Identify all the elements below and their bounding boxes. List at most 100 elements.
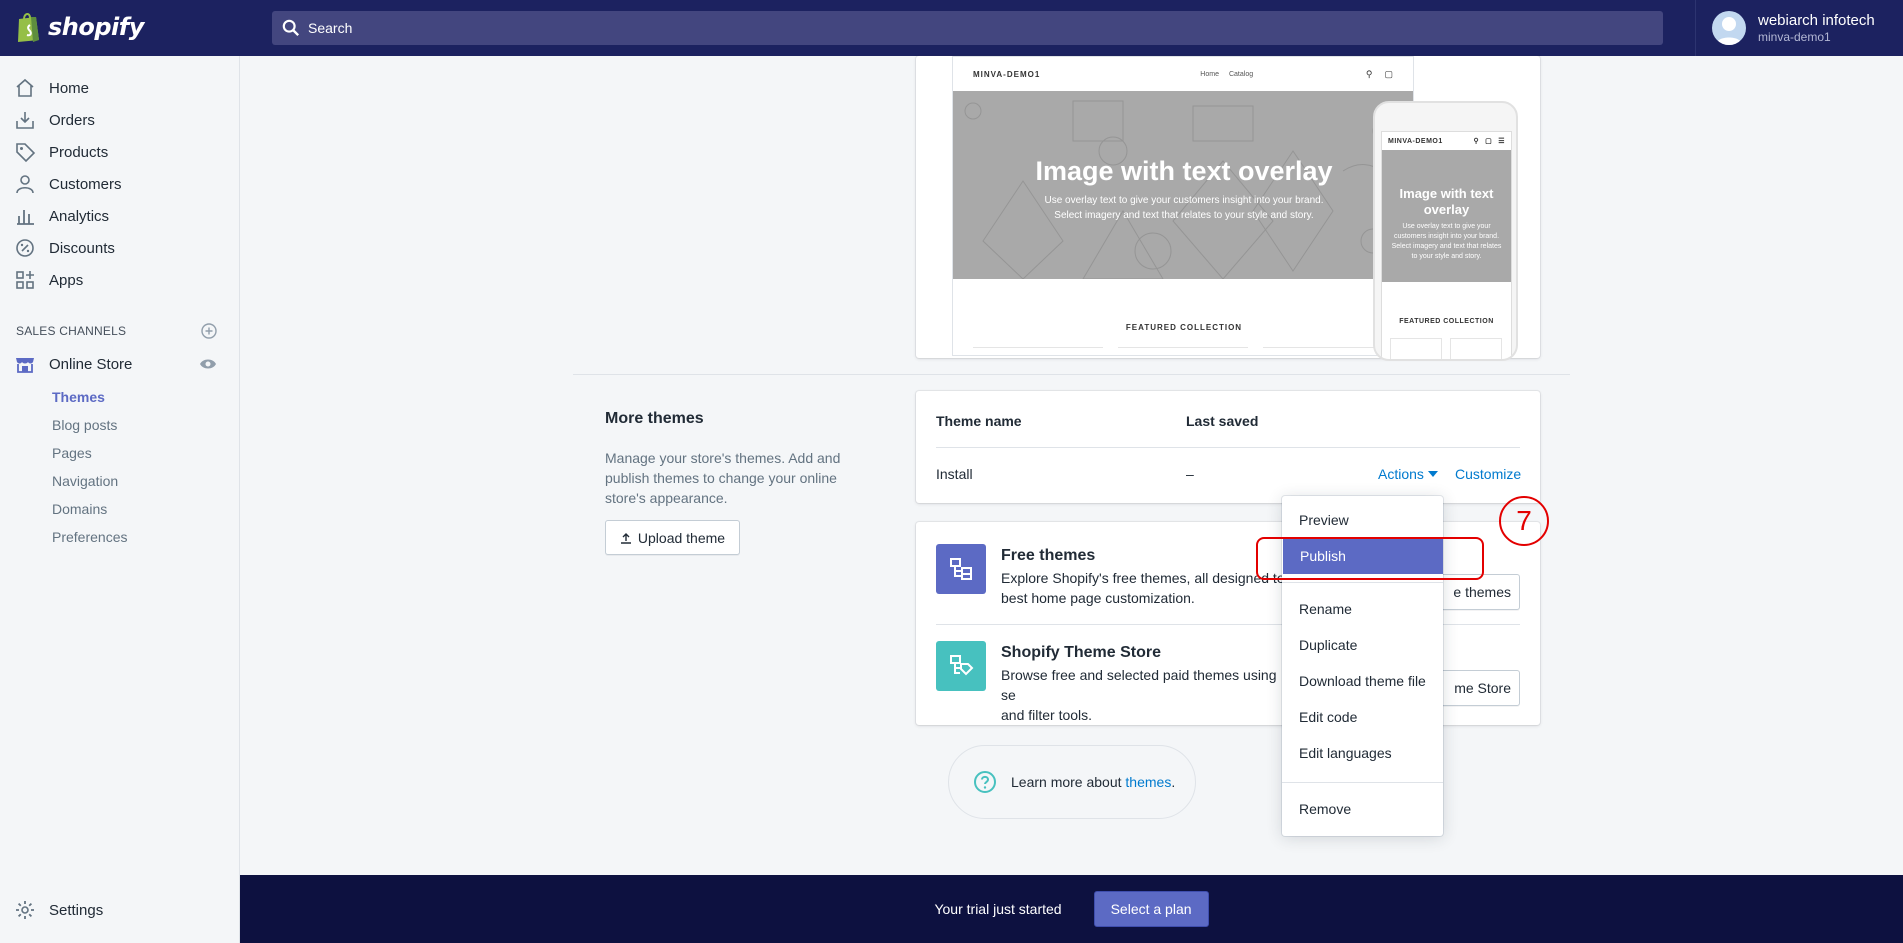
sidebar-item-analytics[interactable]: Analytics: [14, 202, 109, 230]
mobile-cart-icon: ▢: [1485, 138, 1493, 145]
menu-item-remove[interactable]: Remove: [1282, 791, 1443, 827]
gear-icon: [16, 901, 34, 919]
free-themes-desc-line1: Explore Shopify's free themes, all desig…: [1001, 570, 1285, 586]
sidebar-item-customers[interactable]: Customers: [14, 170, 122, 198]
sidebar-subitem-preferences[interactable]: Preferences: [52, 529, 127, 545]
eye-icon[interactable]: [199, 357, 217, 371]
step-number-badge: 7: [1499, 496, 1549, 546]
select-plan-button[interactable]: Select a plan: [1093, 891, 1209, 927]
top-bar: shopify Search webiarch infotech minva-d…: [0, 0, 1903, 56]
theme-row-name: Install: [936, 466, 973, 482]
mobile-preview-nav: MINVA-DEMO1 ⚲ ▢ ☰: [1382, 132, 1511, 150]
mobile-preview-brand: MINVA-DEMO1: [1388, 137, 1443, 145]
sidebar-subitem-blog-posts[interactable]: Blog posts: [52, 417, 117, 433]
sidebar-item-label: Discounts: [49, 239, 115, 257]
search-placeholder: Search: [308, 20, 353, 36]
account-menu[interactable]: webiarch infotech minva-demo1: [1695, 0, 1903, 56]
preview-hero-line1: Use overlay text to give your customers …: [1044, 195, 1324, 206]
visit-theme-store-label: me Store: [1454, 680, 1511, 696]
preview-cart-icon: ▢: [1384, 68, 1393, 79]
learn-more-period: .: [1171, 774, 1176, 790]
preview-featured-collection: FEATURED COLLECTION: [1125, 323, 1243, 332]
mobile-preview-hero: Image with text overlay Use overlay text…: [1382, 150, 1511, 282]
shopify-bag-icon: [18, 13, 39, 42]
learn-more-box: Learn more about themes.: [948, 745, 1196, 819]
theme-store-desc-line1: Browse free and selected paid themes usi…: [1001, 667, 1277, 703]
sidebar-item-products[interactable]: Products: [14, 138, 108, 166]
preview-brand: MINVA-DEMO1: [973, 69, 1041, 79]
sidebar-item-label: Settings: [49, 901, 104, 919]
sidebar-item-label: Online Store: [49, 355, 133, 373]
col-theme-name: Theme name: [936, 413, 1022, 429]
shopify-logo[interactable]: shopify: [16, 11, 144, 43]
orders-icon: [16, 112, 34, 129]
sidebar-subitem-navigation[interactable]: Navigation: [52, 473, 118, 489]
sidebar-item-home[interactable]: Home: [14, 74, 89, 102]
free-themes-description: Explore Shopify's free themes, all desig…: [1001, 568, 1291, 608]
sidebar-item-label: Customers: [49, 175, 122, 193]
section-divider: [573, 374, 1570, 375]
mobile-preview: MINVA-DEMO1 ⚲ ▢ ☰ Image with text overlay …: [1373, 101, 1518, 361]
sidebar-subitem-pages[interactable]: Pages: [52, 445, 92, 461]
menu-item-duplicate[interactable]: Duplicate: [1282, 627, 1443, 663]
add-channel-icon[interactable]: [201, 323, 217, 339]
preview-hero: Image with text overlay Use overlay text…: [953, 91, 1413, 279]
sidebar-item-apps[interactable]: Apps: [14, 266, 83, 294]
preview-link-catalog: Catalog: [1228, 70, 1254, 78]
menu-item-edit-languages[interactable]: Edit languages: [1282, 735, 1443, 771]
sidebar-item-online-store[interactable]: Online Store: [14, 350, 132, 378]
mobile-menu-icon: ☰: [1498, 138, 1505, 145]
col-last-saved: Last saved: [1186, 413, 1259, 429]
sidebar-subitem-themes[interactable]: Themes: [52, 389, 105, 405]
home-icon: [16, 78, 34, 97]
sidebar-item-discounts[interactable]: Discounts: [14, 234, 115, 262]
sidebar-item-orders[interactable]: Orders: [14, 106, 95, 134]
actions-dropdown-button[interactable]: Actions: [1378, 466, 1438, 482]
menu-item-edit-code[interactable]: Edit code: [1282, 699, 1443, 735]
sidebar-item-label: Analytics: [49, 207, 110, 225]
mobile-hero-text: Use overlay text to give your customers …: [1391, 223, 1502, 260]
logo-text: shopify: [48, 13, 144, 41]
user-avatar-icon: [1716, 17, 1742, 45]
sidebar-subitem-domains[interactable]: Domains: [52, 501, 107, 517]
caret-down-icon: [1427, 471, 1438, 477]
upload-theme-label: Upload theme: [637, 529, 726, 546]
search-icon: [282, 19, 300, 37]
more-themes-description: Manage your store's themes. Add and publ…: [605, 450, 841, 506]
learn-more-themes-link[interactable]: themes: [1125, 774, 1171, 790]
upload-theme-button[interactable]: Upload theme: [605, 520, 740, 555]
theme-store-description: Browse free and selected paid themes usi…: [1001, 665, 1291, 725]
desktop-preview: MINVA-DEMO1 Home Catalog ⚲ ▢ Image with t…: [952, 56, 1414, 356]
mobile-hero-title: Image with text overlay: [1399, 186, 1494, 217]
help-circle-icon: [974, 771, 996, 793]
customize-link[interactable]: Customize: [1455, 466, 1521, 482]
sidebar-item-settings[interactable]: Settings: [14, 896, 103, 924]
preview-hero-title: Image with text overlay: [1035, 156, 1333, 186]
more-themes-title: More themes: [605, 410, 704, 427]
menu-item-rename[interactable]: Rename: [1282, 591, 1443, 627]
store-name: minva-demo1: [1758, 30, 1831, 44]
menu-item-preview[interactable]: Preview: [1282, 502, 1443, 538]
menu-item-download-theme-file[interactable]: Download theme file: [1282, 663, 1443, 699]
learn-more-text: Learn more about: [1011, 774, 1122, 790]
preview-link-home: Home: [1200, 70, 1219, 78]
trial-text: Your trial just started: [934, 901, 1062, 917]
sidebar-item-label: Orders: [49, 111, 95, 129]
tag-icon: [16, 143, 36, 163]
theme-store-title: Shopify Theme Store: [1001, 644, 1162, 661]
actions-label: Actions: [1378, 466, 1424, 482]
themes-table-card: Theme name Last saved Install – Actions …: [916, 391, 1540, 503]
mobile-featured-collection: FEATURED COLLECTION: [1399, 318, 1494, 325]
avatar: [1712, 11, 1746, 45]
theme-row-saved: –: [1186, 466, 1194, 482]
store-icon: [16, 358, 34, 373]
bar-chart-icon: [17, 210, 34, 225]
sidebar: Home Orders Products Customers Analytics…: [0, 56, 240, 943]
free-themes-icon: [936, 544, 986, 594]
search-input[interactable]: Search: [272, 11, 1663, 45]
trial-bar: Your trial just started Select a plan: [240, 875, 1903, 943]
preview-search-icon: ⚲: [1365, 68, 1373, 79]
mobile-search-icon: ⚲: [1473, 138, 1480, 145]
free-themes-desc-line2: best home page customization.: [1001, 590, 1195, 606]
free-themes-title: Free themes: [1001, 547, 1096, 564]
